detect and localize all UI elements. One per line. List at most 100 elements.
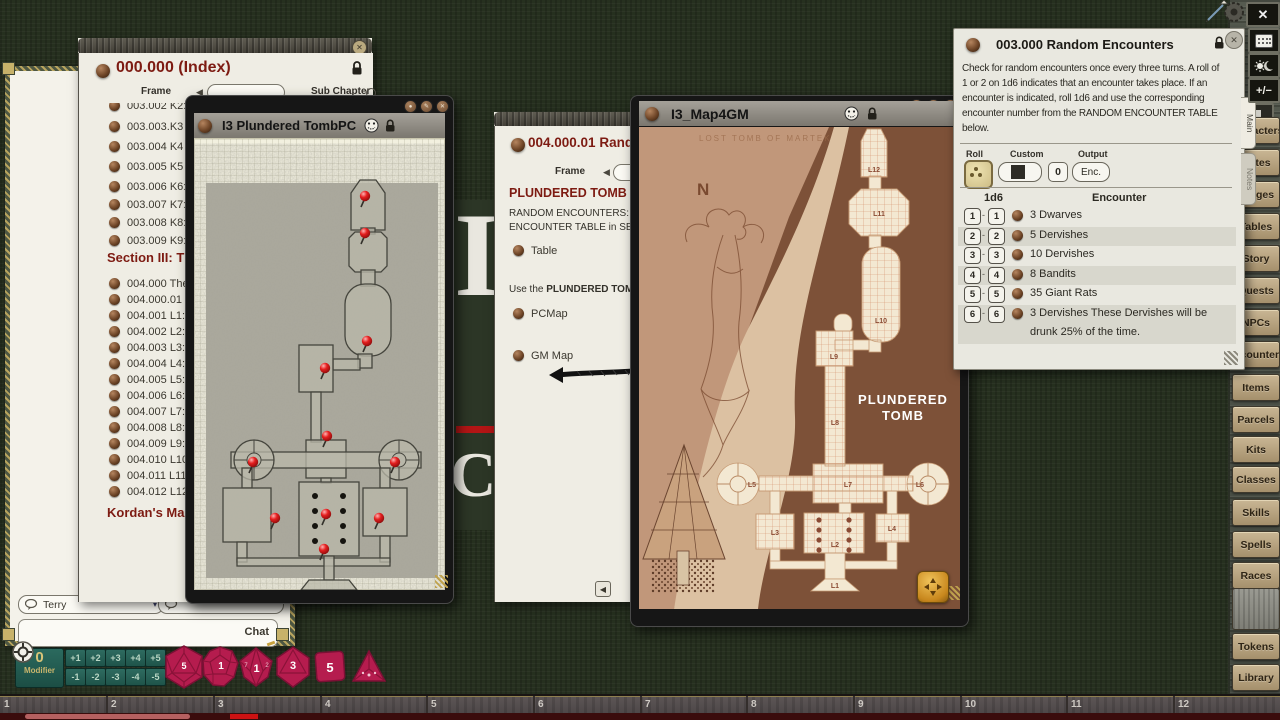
map-title-bar[interactable]: I3 Plundered TombPC — [194, 113, 445, 138]
pc-map-canvas[interactable] — [194, 138, 445, 590]
calendar-grid-icon[interactable] — [1248, 28, 1280, 53]
range-from[interactable]: 2 — [964, 228, 981, 245]
range-to[interactable]: 5 — [988, 286, 1005, 303]
map-pan-button[interactable] — [917, 571, 949, 603]
encounter-link-icon[interactable] — [1012, 269, 1023, 280]
gm-map-canvas[interactable]: LOST TOMB OF MARTEK N — [639, 127, 960, 609]
window-knob-icon[interactable] — [645, 107, 659, 121]
encounter-link-icon[interactable] — [1012, 230, 1023, 241]
modifier-plus-button[interactable]: +1 — [65, 649, 86, 667]
modifier-minus-button[interactable]: -1 — [65, 668, 86, 686]
modifier-target-icon[interactable] — [11, 640, 35, 664]
custom-toggle[interactable] — [998, 162, 1042, 182]
d4-die[interactable] — [351, 649, 387, 685]
token-face-icon[interactable] — [364, 118, 379, 133]
sidebar-item-kits[interactable]: Kits — [1232, 436, 1280, 463]
range-from[interactable]: 1 — [964, 208, 981, 225]
encounter-link-icon[interactable] — [1012, 288, 1023, 299]
token-face-icon[interactable] — [844, 106, 859, 121]
modifier-minus-button[interactable]: -2 — [85, 668, 106, 686]
range-to[interactable]: 2 — [988, 228, 1005, 245]
page-title: 003.000 Random Encounters — [996, 37, 1174, 52]
d20-die[interactable]: 5 — [163, 644, 205, 690]
encounter-row[interactable]: 4 - 4 8 Bandits — [954, 267, 1244, 286]
encounter-row[interactable]: 3 - 3 10 Dervishes — [954, 247, 1244, 266]
range-to[interactable]: 4 — [988, 267, 1005, 284]
map-draw-tool-icon[interactable]: ✎ — [420, 100, 433, 113]
sidebar-item-parcels[interactable]: Parcels — [1232, 406, 1280, 433]
page-prev-button[interactable]: ◀ — [595, 581, 611, 597]
d8-die[interactable]: 3 — [275, 646, 311, 688]
resize-grip[interactable] — [1224, 351, 1238, 365]
close-icon[interactable]: ✕ — [1225, 31, 1243, 49]
list-item[interactable]: 003.002 K2: — [109, 103, 186, 114]
link-pcmap[interactable]: PCMap — [513, 304, 568, 319]
map-pin-tool-icon[interactable]: ● — [404, 100, 417, 113]
link-table[interactable]: Table — [513, 241, 557, 256]
sidebar-item-items[interactable]: Items — [1232, 374, 1280, 401]
range-to[interactable]: 6 — [988, 306, 1005, 323]
encounter-row[interactable]: 5 - 5 35 Giant Rats — [954, 286, 1244, 305]
modifier-plus-button[interactable]: +4 — [125, 649, 146, 667]
range-from[interactable]: 4 — [964, 267, 981, 284]
encounter-link-icon[interactable] — [1012, 308, 1023, 319]
lock-icon[interactable] — [385, 119, 396, 133]
window-knob-icon[interactable] — [511, 138, 525, 152]
range-from[interactable]: 3 — [964, 247, 981, 264]
four-way-arrows-icon — [923, 577, 943, 597]
lock-icon[interactable] — [867, 107, 878, 121]
map-caption: LOST TOMB OF MARTEK — [699, 134, 832, 143]
chat-input[interactable]: Chat — [18, 619, 278, 647]
encounter-row[interactable]: 1 - 1 3 Dwarves — [954, 208, 1244, 227]
window-knob-icon[interactable] — [96, 64, 110, 78]
encounter-link-icon[interactable] — [1012, 249, 1023, 260]
story-window[interactable]: 004.000.01 Rand Frame ◀ PLUNDERED TOMB E… — [494, 112, 644, 602]
entry-icon — [109, 278, 120, 289]
tab-notes[interactable]: Notes — [1241, 153, 1256, 205]
lock-icon[interactable] — [351, 61, 363, 76]
sidebar-item-classes[interactable]: Classes — [1232, 466, 1280, 493]
modifier-minus-button[interactable]: -3 — [105, 668, 126, 686]
custom-value-field[interactable]: 0 — [1048, 162, 1068, 182]
resize-grip[interactable] — [435, 575, 448, 588]
range-from[interactable]: 5 — [964, 286, 981, 303]
sidebar-item-tokens[interactable]: Tokens — [1232, 633, 1280, 660]
lighting-sun-moon-icon[interactable] — [1248, 53, 1280, 78]
sidebar-item-blank[interactable] — [1232, 588, 1280, 630]
modifier-plus-button[interactable]: +2 — [85, 649, 106, 667]
range-from[interactable]: 6 — [964, 306, 981, 323]
modifier-minus-button[interactable]: -4 — [125, 668, 146, 686]
output-selector[interactable]: Enc. — [1072, 162, 1110, 182]
lock-icon[interactable] — [1214, 36, 1225, 50]
encounter-row[interactable]: 2 - 2 5 Dervishes — [954, 228, 1244, 247]
close-icon[interactable]: ✕ — [436, 100, 449, 113]
frame-prev-icon[interactable]: ◀ — [603, 167, 610, 178]
modifier-plus-button[interactable]: +3 — [105, 649, 126, 667]
d10-die[interactable]: 7 1 2 — [238, 647, 274, 687]
gm-map-window[interactable]: ● ✎ ✕ I3_Map4GM LOST TOMB OF MARTEK N — [630, 95, 969, 627]
range-to[interactable]: 3 — [988, 247, 1005, 264]
window-knob-icon[interactable] — [198, 119, 212, 133]
window-corner-ornament — [2, 62, 15, 75]
tab-main[interactable]: Main — [1241, 97, 1256, 149]
modifiers-plusminus-icon[interactable]: +/− — [1248, 78, 1280, 103]
sidebar-item-library[interactable]: Library — [1232, 664, 1280, 691]
window-knob-icon[interactable] — [966, 38, 980, 52]
encounter-link-icon[interactable] — [1012, 210, 1023, 221]
pc-map-window[interactable]: ● ✎ ✕ I3 Plundered TombPC — [185, 95, 454, 604]
hotkey-ruler-bar[interactable]: 1 2 3 4 5 6 7 8 9 10 11 12 — [0, 694, 1280, 715]
ruler-number: 10 — [965, 699, 976, 710]
d12-die[interactable]: 1 — [201, 645, 239, 689]
close-sidebar-button[interactable]: ✕ — [1246, 2, 1280, 27]
map-title-bar[interactable]: I3_Map4GM — [639, 101, 960, 126]
link-gmmap[interactable]: GM Map — [513, 346, 573, 361]
range-to[interactable]: 1 — [988, 208, 1005, 225]
encounters-window[interactable]: Main Notes 003.000 Random Encounters ✕ C… — [953, 28, 1245, 370]
roll-dice-button[interactable] — [964, 160, 993, 189]
d6-die[interactable]: 5 — [313, 649, 347, 685]
encounter-row[interactable]: 6 - 6 3 Dervishes These Dervishes will b… — [954, 306, 1244, 344]
sidebar-item-races[interactable]: Races — [1232, 562, 1280, 589]
sidebar-item-spells[interactable]: Spells — [1232, 531, 1280, 558]
sidebar-item-skills[interactable]: Skills — [1232, 499, 1280, 526]
body-text-line: encounter is indicated, roll 1d6 and use… — [962, 91, 1204, 107]
